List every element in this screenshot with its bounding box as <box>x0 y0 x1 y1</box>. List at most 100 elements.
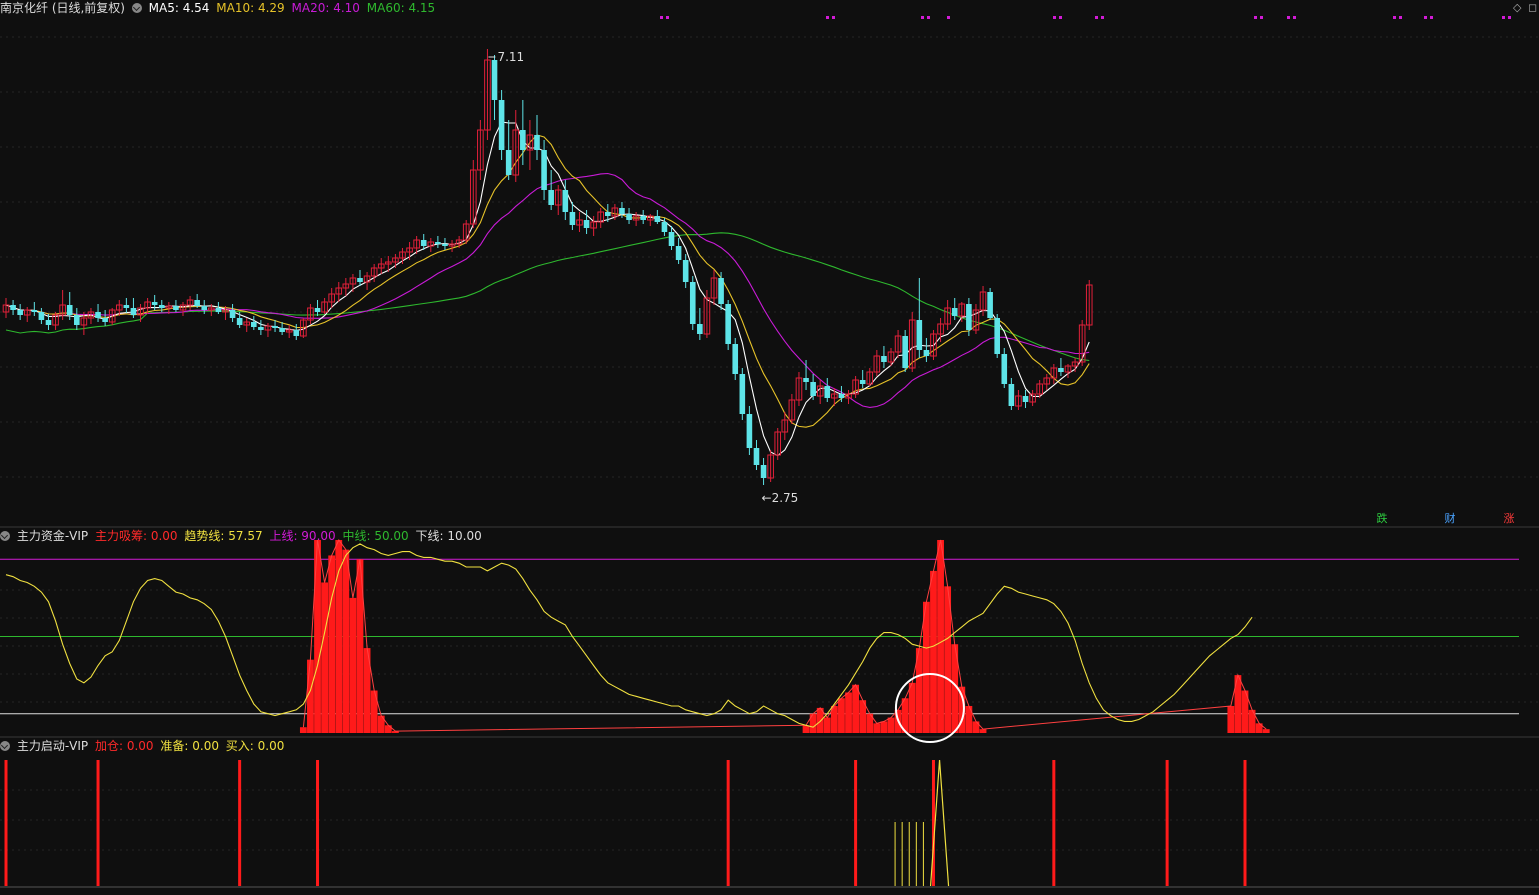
candle-body-down <box>810 382 816 396</box>
add-position-bar <box>238 760 242 886</box>
candle-body-down <box>130 308 137 315</box>
accumulation-bar <box>972 721 980 733</box>
candle-body-down <box>10 305 16 310</box>
ma5-label: MA5: 4.54 <box>148 1 210 15</box>
candle-body-down <box>682 260 689 282</box>
accumulation-bar <box>370 690 378 733</box>
signal-dot <box>1424 16 1427 19</box>
signal-dot <box>1502 16 1505 19</box>
candle-body-down <box>215 308 222 312</box>
panel2-toggle-icon[interactable] <box>0 531 10 541</box>
candle-body-down <box>201 306 208 310</box>
panel2-lower-label: 下线: 10.00 <box>415 529 482 543</box>
ma20-line <box>5 172 1090 408</box>
accumulation-bar <box>873 723 881 733</box>
diamond-icon[interactable]: ◇ <box>1513 1 1521 14</box>
accumulation-bar <box>307 659 314 733</box>
candle-body-down <box>1008 384 1015 406</box>
candle-body-down <box>17 310 23 315</box>
signal-dot <box>1287 16 1290 19</box>
panel3-title: 主力启动-VIP <box>16 739 89 753</box>
candle-body-down <box>258 327 264 330</box>
add-position-bar <box>1052 760 1056 886</box>
signal-dot <box>826 16 829 19</box>
candle-body-down <box>31 310 38 312</box>
stock-title: 南京化纤 (日线,前复权) <box>0 1 125 15</box>
accumulation-bar <box>384 725 392 733</box>
candle-body-down <box>420 240 427 246</box>
candle-body-down <box>442 244 448 246</box>
candle-body-down <box>583 220 590 228</box>
signal-dot <box>832 16 835 19</box>
panel2-mid-label: 中线: 50.00 <box>342 529 409 543</box>
candle-body-down <box>689 282 696 324</box>
add-position-bar <box>4 760 8 886</box>
panel3-prepare-label: 准备: 0.00 <box>160 739 219 753</box>
candle-body-down <box>498 100 505 150</box>
candle-body-down <box>902 336 908 368</box>
candle-body-down <box>541 150 547 190</box>
signal-dot <box>660 16 663 19</box>
main-header: 南京化纤 (日线,前复权) MA5: 4.54 MA10: 4.29 MA20:… <box>0 0 438 16</box>
badge-down[interactable]: 跌 <box>1375 512 1389 526</box>
candle-body-down <box>279 328 285 332</box>
accumulation-bar <box>314 540 321 733</box>
ma10-line <box>5 134 1090 428</box>
candle-body-down <box>236 318 243 325</box>
candle-body-down <box>123 305 130 308</box>
trend-line <box>5 543 1253 728</box>
accumulation-bar <box>887 717 895 733</box>
signal-dot <box>1399 16 1402 19</box>
candle-body-down <box>661 222 668 232</box>
candle-body-down <box>251 322 257 327</box>
candle-body-down <box>491 60 498 100</box>
candle-body-down <box>859 380 866 384</box>
chart-stage: 7.11 ←2.75 南京化纤 (日线,前复权) MA5: 4.54 MA10: … <box>0 0 1539 892</box>
candle-body-down <box>1058 368 1064 372</box>
signal-dot <box>1260 16 1263 19</box>
accumulation-bar <box>845 692 852 733</box>
badge-finance[interactable]: 财 <box>1443 512 1457 526</box>
candle-body-down <box>102 318 108 322</box>
candle-body-down <box>626 214 632 220</box>
accumulation-bar <box>852 684 859 733</box>
ma60-label: MA60: 4.15 <box>366 1 436 15</box>
candle-body-down <box>994 318 1000 354</box>
candle-body-down <box>505 150 512 175</box>
accumulation-bar <box>823 717 831 733</box>
signal-dot <box>1059 16 1062 19</box>
accumulation-bar <box>838 698 845 733</box>
accumulation-bar <box>923 601 930 733</box>
candle-body-down <box>534 135 540 150</box>
signal-dot <box>666 16 669 19</box>
accumulation-bar <box>880 721 888 733</box>
ma20-label: MA20: 4.10 <box>291 1 360 15</box>
panel3-buy-label: 买入: 0.00 <box>225 739 285 753</box>
signal-dot <box>1430 16 1433 19</box>
panel2-trend-label: 趋势线: 57.57 <box>184 529 263 543</box>
add-position-bar <box>726 760 730 886</box>
ma5-line <box>5 121 1090 457</box>
add-position-bar <box>1165 760 1169 886</box>
signal-dot <box>1101 16 1104 19</box>
candle-body-down <box>619 208 625 214</box>
candle-body-down <box>562 190 569 212</box>
settings-toggle-icon[interactable] <box>131 3 142 13</box>
signal-dot <box>1508 16 1511 19</box>
accumulation-bar <box>321 582 328 733</box>
panel3-toggle-icon[interactable] <box>0 741 10 751</box>
badge-up[interactable]: 涨 <box>1502 512 1516 526</box>
accumulation-bar <box>937 540 944 733</box>
candle-body-down <box>95 312 101 318</box>
candle-body-down <box>605 212 611 216</box>
candle-body-down <box>45 320 52 325</box>
candle-body-down <box>435 242 441 244</box>
panel2-title: 主力资金-VIP <box>16 529 89 543</box>
panel2-header: 主力资金-VIP 主力吸筹: 0.00 趋势线: 57.57 上线: 90.00… <box>0 528 485 544</box>
candle-body-down <box>548 190 554 205</box>
signal-dot <box>921 16 924 19</box>
accumulation-bar <box>930 570 937 733</box>
ma10-label: MA10: 4.29 <box>216 1 285 15</box>
expand-icon[interactable]: ◻ <box>1528 1 1537 14</box>
accumulation-bar <box>328 555 336 733</box>
